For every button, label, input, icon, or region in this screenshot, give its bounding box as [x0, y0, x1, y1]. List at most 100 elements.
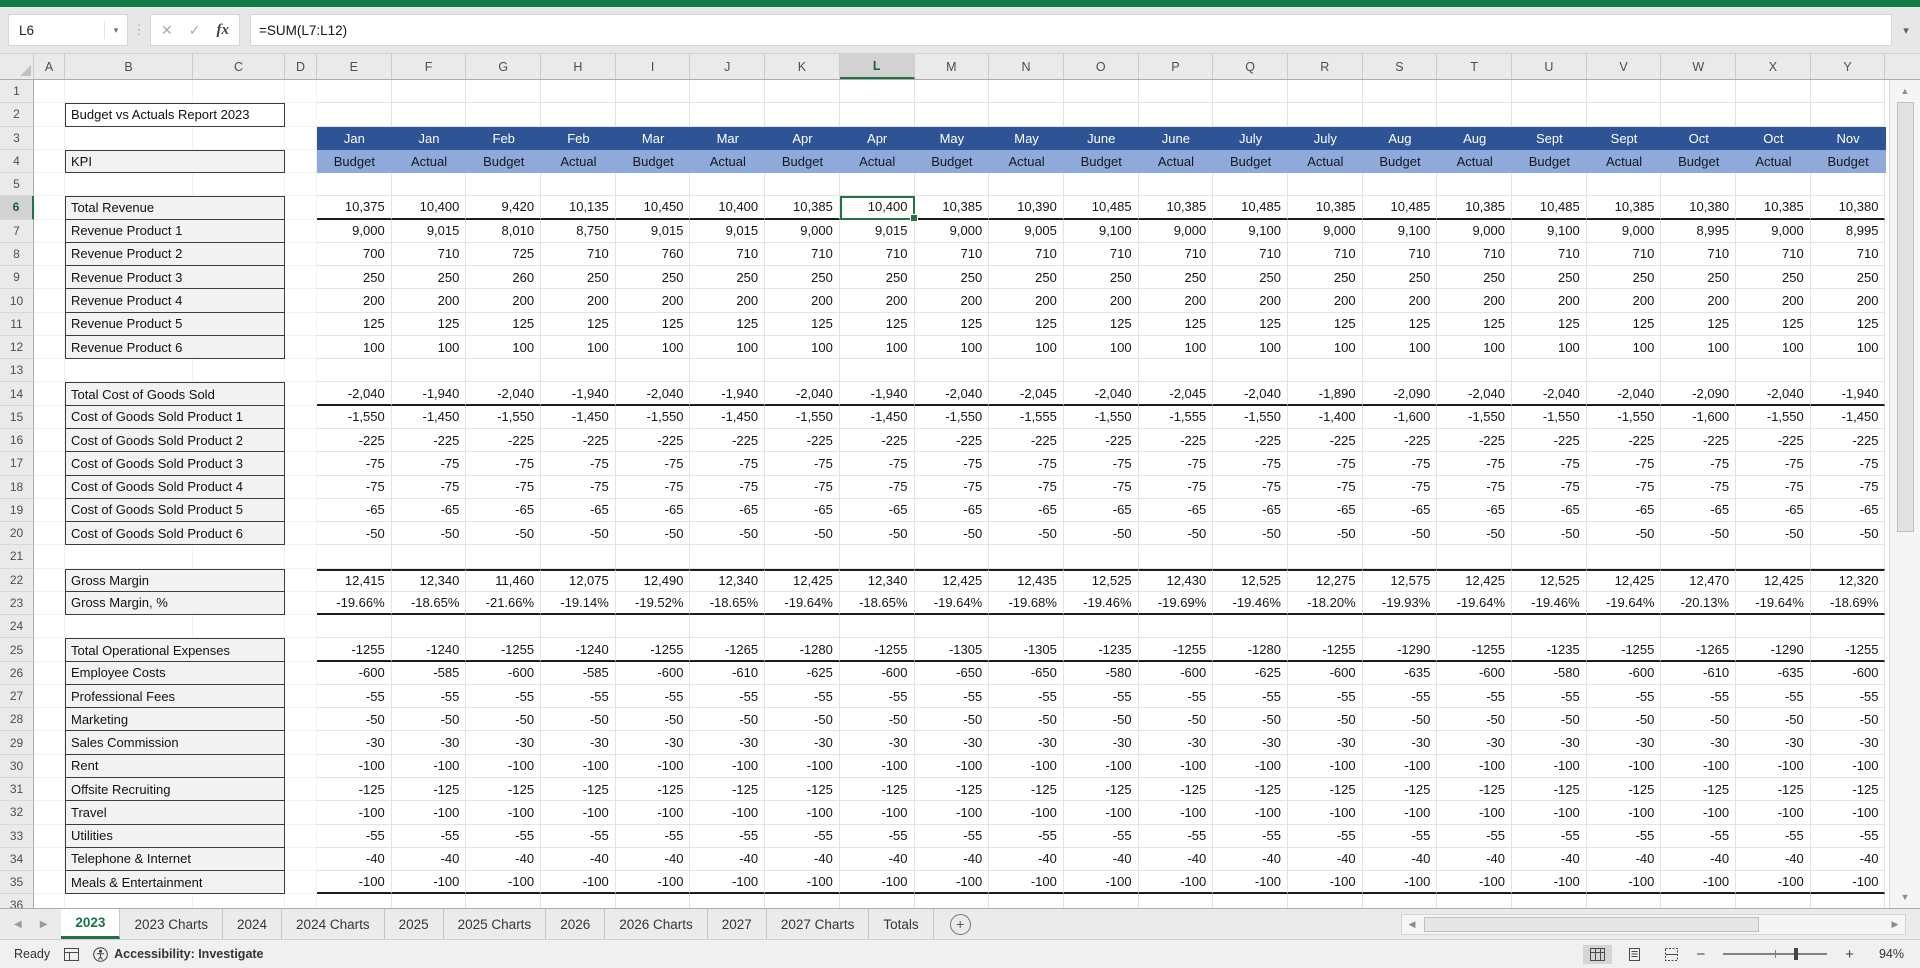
cell-J19[interactable]: -65 [690, 498, 766, 523]
cell-C21[interactable] [193, 545, 285, 569]
cell-J29[interactable]: -30 [690, 731, 766, 755]
cell-I15[interactable]: -1,550 [615, 405, 691, 429]
cell-L35[interactable]: -100 [839, 871, 915, 895]
cell-L11[interactable]: 125 [839, 312, 915, 336]
cell-D19[interactable] [285, 498, 317, 523]
cell-Y9[interactable]: 250 [1810, 266, 1886, 290]
cell-L14[interactable]: -1,940 [839, 382, 915, 406]
sheet-tab-2023[interactable]: 2023 [61, 909, 121, 939]
cell-M23[interactable]: -19.64% [914, 591, 990, 616]
cell-M19[interactable]: -65 [914, 498, 990, 523]
cell-D29[interactable] [285, 731, 317, 755]
cell-J25[interactable]: -1265 [690, 638, 766, 662]
cell-P18[interactable]: -75 [1138, 475, 1214, 499]
cell-R14[interactable]: -1,890 [1287, 382, 1363, 406]
cell-M7[interactable]: 9,000 [914, 219, 990, 243]
cell-S23[interactable]: -19.93% [1362, 591, 1438, 616]
cell-Q25[interactable]: -1280 [1213, 638, 1288, 662]
cell-T31[interactable]: -125 [1437, 777, 1512, 802]
cell-Q5[interactable] [1213, 173, 1288, 197]
horizontal-scrollbar-track[interactable] [1422, 915, 1885, 934]
cell-T8[interactable]: 710 [1437, 242, 1512, 267]
cell-G15[interactable]: -1,550 [466, 405, 542, 429]
row-header-21[interactable]: 21 [0, 545, 34, 569]
cell-X10[interactable]: 200 [1736, 289, 1811, 313]
cell-I30[interactable]: -100 [615, 754, 691, 778]
cell-R25[interactable]: -1255 [1287, 638, 1363, 662]
cell-G11[interactable]: 125 [466, 312, 542, 336]
cell-L8[interactable]: 710 [839, 242, 915, 267]
cell-R34[interactable]: -40 [1287, 847, 1363, 872]
row-header-4[interactable]: 4 [0, 149, 34, 174]
column-header-I[interactable]: I [616, 54, 691, 79]
cell-R33[interactable]: -55 [1287, 824, 1363, 848]
cell-I28[interactable]: -50 [615, 708, 691, 732]
cell-G21[interactable] [466, 545, 542, 569]
cell-H28[interactable]: -50 [541, 708, 616, 732]
cell-O32[interactable]: -100 [1063, 801, 1139, 825]
horizontal-scrollbar-thumb[interactable] [1424, 916, 1760, 932]
cell-Q12[interactable]: 100 [1213, 335, 1288, 360]
row-header-6[interactable]: 6 [0, 196, 34, 220]
cell-G35[interactable]: -100 [466, 871, 542, 895]
cell-H33[interactable]: -55 [541, 824, 616, 848]
cell-U18[interactable]: -75 [1512, 475, 1587, 499]
cell-T4[interactable]: Actual [1437, 150, 1512, 173]
cell-O30[interactable]: -100 [1063, 754, 1139, 778]
cell-G7[interactable]: 8,010 [466, 219, 542, 243]
cell-N14[interactable]: -2,045 [989, 382, 1064, 406]
cell-Q17[interactable]: -75 [1213, 452, 1288, 476]
label-B26[interactable]: Employee Costs [65, 661, 285, 685]
column-header-R[interactable]: R [1288, 54, 1363, 79]
cell-R18[interactable]: -75 [1287, 475, 1363, 499]
cell-P26[interactable]: -600 [1138, 661, 1214, 685]
cell-J17[interactable]: -75 [690, 452, 766, 476]
cell-N2[interactable] [989, 103, 1064, 127]
scroll-left-icon[interactable]: ◀ [1402, 919, 1422, 930]
cell-E8[interactable]: 700 [317, 242, 392, 267]
cell-M34[interactable]: -40 [914, 847, 990, 872]
cell-X36[interactable] [1736, 894, 1811, 908]
cell-U35[interactable]: -100 [1512, 871, 1587, 895]
cell-R4[interactable]: Actual [1288, 150, 1363, 173]
cell-G24[interactable] [466, 615, 542, 639]
column-header-U[interactable]: U [1512, 54, 1587, 79]
cell-X4[interactable]: Actual [1736, 150, 1811, 173]
cell-N36[interactable] [989, 894, 1064, 908]
cell-W4[interactable]: Budget [1661, 150, 1736, 173]
cell-P14[interactable]: -2,045 [1138, 382, 1214, 406]
cell-H13[interactable] [541, 359, 616, 383]
cell-L28[interactable]: -50 [839, 708, 915, 732]
cell-T36[interactable] [1437, 894, 1512, 908]
cell-B3[interactable] [65, 126, 193, 150]
cell-U11[interactable]: 125 [1512, 312, 1587, 336]
column-header-Y[interactable]: Y [1811, 54, 1886, 79]
cell-D21[interactable] [285, 545, 317, 569]
cell-P11[interactable]: 125 [1138, 312, 1214, 336]
cell-G1[interactable] [466, 80, 542, 104]
horizontal-scrollbar[interactable]: ◀ ▶ [1401, 913, 1906, 935]
cell-I8[interactable]: 760 [615, 242, 691, 267]
cell-C36[interactable] [193, 894, 285, 908]
cell-R15[interactable]: -1,400 [1287, 405, 1363, 429]
cell-X35[interactable]: -100 [1736, 871, 1811, 895]
cell-O2[interactable] [1063, 103, 1139, 127]
cell-I6[interactable]: 10,450 [615, 196, 691, 220]
cell-R29[interactable]: -30 [1287, 731, 1363, 755]
cell-W28[interactable]: -50 [1661, 708, 1737, 732]
cell-H34[interactable]: -40 [541, 847, 616, 872]
cell-F12[interactable]: 100 [391, 335, 467, 360]
cell-M8[interactable]: 710 [914, 242, 990, 267]
cell-Y3[interactable]: Nov [1811, 127, 1886, 150]
cell-L23[interactable]: -18.65% [839, 591, 915, 616]
cell-K19[interactable]: -65 [765, 498, 840, 523]
cell-P6[interactable]: 10,385 [1138, 196, 1214, 220]
cell-E22[interactable]: 12,415 [317, 568, 392, 592]
cell-S25[interactable]: -1290 [1362, 638, 1438, 662]
cell-I1[interactable] [615, 80, 691, 104]
cell-I5[interactable] [615, 173, 691, 197]
cell-A2[interactable] [34, 103, 65, 127]
cell-H5[interactable] [541, 173, 616, 197]
cell-I10[interactable]: 200 [615, 289, 691, 313]
cell-K27[interactable]: -55 [765, 684, 840, 709]
